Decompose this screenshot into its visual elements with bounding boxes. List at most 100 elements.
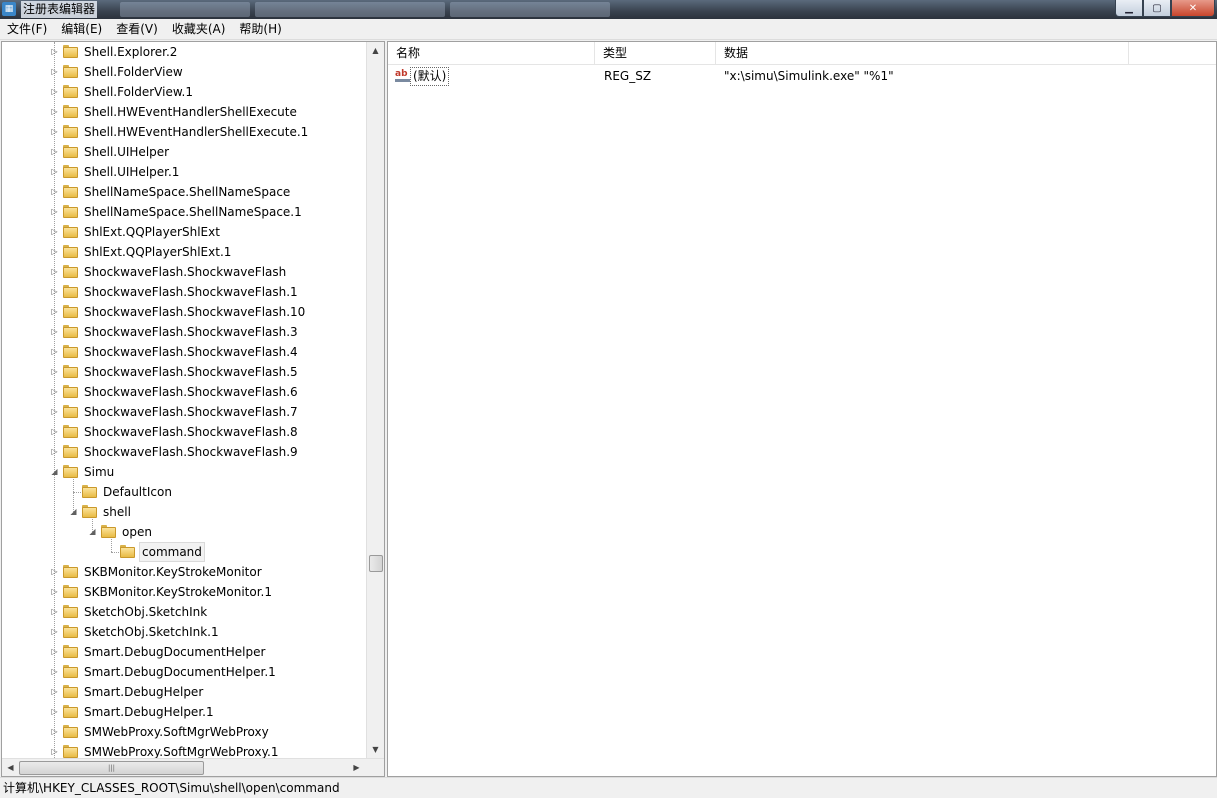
tree-node[interactable]: ▷ Shell.HWEventHandlerShellExecute.1: [2, 122, 366, 142]
tree-node-label[interactable]: ShockwaveFlash.ShockwaveFlash.6: [82, 382, 300, 402]
tree-node-label[interactable]: SKBMonitor.KeyStrokeMonitor: [82, 562, 264, 582]
column-header-type[interactable]: 类型: [595, 42, 716, 64]
menu-help[interactable]: 帮助(H): [232, 19, 288, 39]
tree-node[interactable]: ▷ ShockwaveFlash.ShockwaveFlash.7: [2, 402, 366, 422]
tree-node-label[interactable]: open: [120, 522, 154, 542]
tree-node[interactable]: ▷ Shell.FolderView.1: [2, 82, 366, 102]
tree-node-label[interactable]: Smart.DebugHelper.1: [82, 702, 216, 722]
tree-node[interactable]: ▷ Smart.DebugDocumentHelper.1: [2, 662, 366, 682]
minimize-button[interactable]: ▁: [1115, 0, 1143, 17]
collapsed-arrow-icon[interactable]: ▷: [50, 342, 59, 362]
values-list[interactable]: 名称 类型 数据 ab (默认) REG_SZ "x:\simu\Simulin…: [387, 41, 1217, 777]
tree-node[interactable]: ▷ SKBMonitor.KeyStrokeMonitor.1: [2, 582, 366, 602]
tree-node-label[interactable]: Smart.DebugDocumentHelper: [82, 642, 267, 662]
collapsed-arrow-icon[interactable]: ▷: [50, 302, 59, 322]
tree-node-label[interactable]: Shell.Explorer.2: [82, 42, 179, 62]
tree-node[interactable]: ▷ Shell.FolderView: [2, 62, 366, 82]
collapsed-arrow-icon[interactable]: ▷: [50, 242, 59, 262]
expanded-arrow-icon[interactable]: ◢: [50, 462, 59, 482]
tree-node-label[interactable]: Shell.UIHelper: [82, 142, 171, 162]
tree-node-label[interactable]: SKBMonitor.KeyStrokeMonitor.1: [82, 582, 274, 602]
collapsed-arrow-icon[interactable]: ▷: [50, 402, 59, 422]
tree-node-label[interactable]: SketchObj.SketchInk: [82, 602, 209, 622]
collapsed-arrow-icon[interactable]: ▷: [50, 42, 59, 62]
tree-node[interactable]: ▷ ShockwaveFlash.ShockwaveFlash: [2, 262, 366, 282]
tree-node-label[interactable]: Shell.HWEventHandlerShellExecute.1: [82, 122, 310, 142]
tree-node-label[interactable]: DefaultIcon: [101, 482, 174, 502]
vertical-scroll-thumb[interactable]: [369, 555, 383, 572]
tree-node[interactable]: ▷ ShlExt.QQPlayerShlExt: [2, 222, 366, 242]
tree-node-label[interactable]: Shell.UIHelper.1: [82, 162, 181, 182]
tree-node[interactable]: ▷ ShockwaveFlash.ShockwaveFlash.10: [2, 302, 366, 322]
collapsed-arrow-icon[interactable]: ▷: [50, 322, 59, 342]
tree-node[interactable]: DefaultIcon: [2, 482, 366, 502]
tree-node[interactable]: ▷ SketchObj.SketchInk.1: [2, 622, 366, 642]
tree-node-label[interactable]: Smart.DebugDocumentHelper.1: [82, 662, 278, 682]
tree-node-label[interactable]: Shell.FolderView: [82, 62, 185, 82]
scroll-right-arrow-icon[interactable]: ▶: [348, 759, 365, 776]
tree-node[interactable]: ▷ SMWebProxy.SoftMgrWebProxy: [2, 722, 366, 742]
horizontal-scroll-thumb[interactable]: |||: [19, 761, 204, 775]
tree-node[interactable]: ▷ Shell.HWEventHandlerShellExecute: [2, 102, 366, 122]
collapsed-arrow-icon[interactable]: ▷: [50, 282, 59, 302]
collapsed-arrow-icon[interactable]: ▷: [50, 562, 59, 582]
collapsed-arrow-icon[interactable]: ▷: [50, 422, 59, 442]
tree-node[interactable]: ◢ open: [2, 522, 366, 542]
tree-node-label[interactable]: ShockwaveFlash.ShockwaveFlash.7: [82, 402, 300, 422]
collapsed-arrow-icon[interactable]: ▷: [50, 262, 59, 282]
column-header-data[interactable]: 数据: [716, 42, 1129, 64]
tree-node[interactable]: ▷ Smart.DebugHelper.1: [2, 702, 366, 722]
tree-node[interactable]: ▷ Shell.Explorer.2: [2, 42, 366, 62]
tree-node-label[interactable]: ShlExt.QQPlayerShlExt.1: [82, 242, 233, 262]
tree-vertical-scrollbar[interactable]: ▲ ▼: [366, 42, 384, 758]
scroll-left-arrow-icon[interactable]: ◀: [2, 759, 19, 776]
tree-node[interactable]: ▷ ShockwaveFlash.ShockwaveFlash.9: [2, 442, 366, 462]
collapsed-arrow-icon[interactable]: ▷: [50, 602, 59, 622]
scroll-down-arrow-icon[interactable]: ▼: [367, 741, 384, 758]
collapsed-arrow-icon[interactable]: ▷: [50, 382, 59, 402]
tree-node[interactable]: ◢ shell: [2, 502, 366, 522]
tree-node[interactable]: ▷ ShockwaveFlash.ShockwaveFlash.4: [2, 342, 366, 362]
tree-node[interactable]: ▷ ShockwaveFlash.ShockwaveFlash.1: [2, 282, 366, 302]
collapsed-arrow-icon[interactable]: ▷: [50, 62, 59, 82]
tree-node[interactable]: ▷ ShlExt.QQPlayerShlExt.1: [2, 242, 366, 262]
collapsed-arrow-icon[interactable]: ▷: [50, 182, 59, 202]
tree-node-label[interactable]: ShockwaveFlash.ShockwaveFlash.5: [82, 362, 300, 382]
collapsed-arrow-icon[interactable]: ▷: [50, 102, 59, 122]
collapsed-arrow-icon[interactable]: ▷: [50, 162, 59, 182]
menu-view[interactable]: 查看(V): [109, 19, 165, 39]
close-button[interactable]: ✕: [1171, 0, 1215, 17]
tree-node[interactable]: ▷ SKBMonitor.KeyStrokeMonitor: [2, 562, 366, 582]
expanded-arrow-icon[interactable]: ◢: [69, 502, 78, 522]
collapsed-arrow-icon[interactable]: ▷: [50, 702, 59, 722]
tree-node-label[interactable]: Shell.FolderView.1: [82, 82, 195, 102]
tree-node-label[interactable]: ShockwaveFlash.ShockwaveFlash.3: [82, 322, 300, 342]
tree-node[interactable]: ◢ Simu: [2, 462, 366, 482]
tree-horizontal-scrollbar[interactable]: ◀ ||| ▶: [2, 758, 384, 776]
tree-node[interactable]: ▷ Smart.DebugDocumentHelper: [2, 642, 366, 662]
tree-node[interactable]: ▷ Shell.UIHelper: [2, 142, 366, 162]
tree-node-label[interactable]: ShlExt.QQPlayerShlExt: [82, 222, 222, 242]
tree-node[interactable]: command: [2, 542, 366, 562]
collapsed-arrow-icon[interactable]: ▷: [50, 442, 59, 462]
tree-node-label[interactable]: Smart.DebugHelper: [82, 682, 205, 702]
tree-node-label[interactable]: Shell.HWEventHandlerShellExecute: [82, 102, 299, 122]
collapsed-arrow-icon[interactable]: ▷: [50, 222, 59, 242]
tree-node-label[interactable]: SMWebProxy.SoftMgrWebProxy: [82, 722, 271, 742]
tree-node[interactable]: ▷ ShockwaveFlash.ShockwaveFlash.8: [2, 422, 366, 442]
collapsed-arrow-icon[interactable]: ▷: [50, 662, 59, 682]
menu-file[interactable]: 文件(F): [0, 19, 54, 39]
collapsed-arrow-icon[interactable]: ▷: [50, 82, 59, 102]
tree-node-label[interactable]: SketchObj.SketchInk.1: [82, 622, 221, 642]
tree-node-label[interactable]: ShockwaveFlash.ShockwaveFlash.9: [82, 442, 300, 462]
tree-node[interactable]: ▷ ShellNameSpace.ShellNameSpace.1: [2, 202, 366, 222]
collapsed-arrow-icon[interactable]: ▷: [50, 582, 59, 602]
tree-node-label[interactable]: ShockwaveFlash.ShockwaveFlash: [82, 262, 288, 282]
tree-node-label[interactable]: ShockwaveFlash.ShockwaveFlash.8: [82, 422, 300, 442]
tree-node-label[interactable]: command: [139, 542, 205, 562]
collapsed-arrow-icon[interactable]: ▷: [50, 622, 59, 642]
tree-node[interactable]: ▷ ShockwaveFlash.ShockwaveFlash.5: [2, 362, 366, 382]
tree-node-label[interactable]: ShockwaveFlash.ShockwaveFlash.4: [82, 342, 300, 362]
tree-node[interactable]: ▷ SketchObj.SketchInk: [2, 602, 366, 622]
menu-edit[interactable]: 编辑(E): [54, 19, 109, 39]
